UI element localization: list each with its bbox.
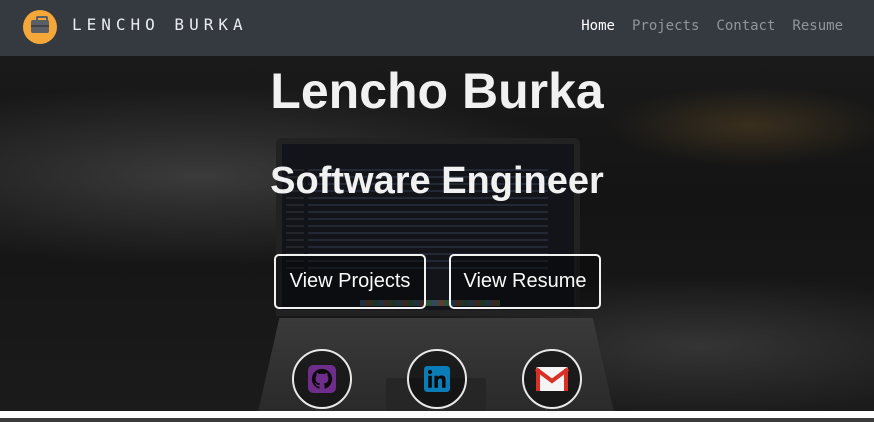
view-projects-button[interactable]: View Projects: [274, 254, 426, 309]
linkedin-link[interactable]: [407, 349, 467, 409]
nav-links: Home Projects Contact Resume: [581, 18, 843, 34]
view-resume-button[interactable]: View Resume: [449, 254, 601, 309]
nav-link-contact[interactable]: Contact: [716, 18, 775, 34]
nav-link-resume[interactable]: Resume: [792, 18, 843, 34]
footer-divider: [0, 411, 874, 422]
email-link[interactable]: [522, 349, 582, 409]
navbar: LENCHO BURKA Home Projects Contact Resum…: [0, 0, 874, 56]
nav-link-home[interactable]: Home: [581, 18, 615, 34]
gmail-icon: [535, 367, 569, 391]
github-icon: [308, 365, 336, 393]
briefcase-icon[interactable]: [23, 10, 57, 44]
linkedin-icon: [424, 366, 450, 392]
nav-link-projects[interactable]: Projects: [632, 18, 699, 34]
brand-name[interactable]: LENCHO BURKA: [72, 15, 248, 34]
github-link[interactable]: [292, 349, 352, 409]
hero-subtitle: Software Engineer: [270, 160, 604, 202]
hero-title: Lencho Burka: [270, 63, 604, 119]
